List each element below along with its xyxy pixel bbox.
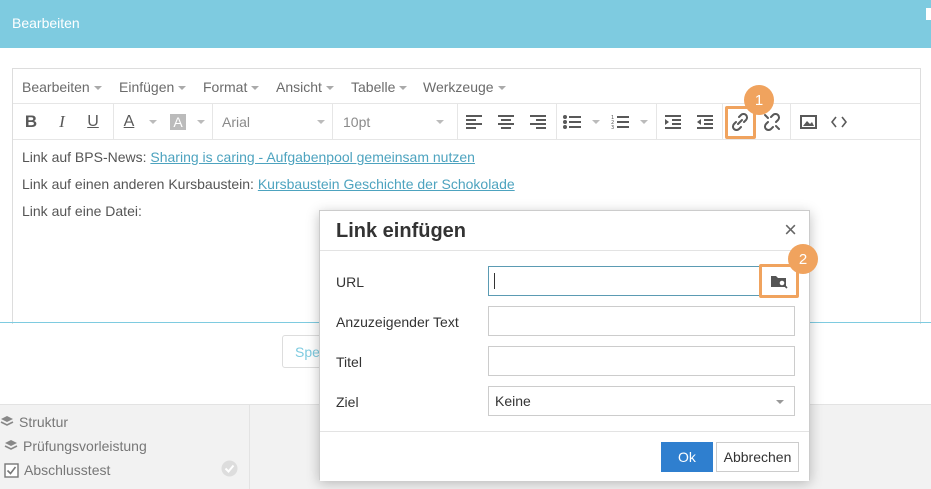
- chevron-down-icon: [251, 86, 260, 91]
- chevron-down-icon: [776, 400, 784, 404]
- toolbar-divider: [656, 104, 657, 140]
- numbered-list-icon[interactable]: 123: [608, 104, 632, 140]
- check-circle-icon: [221, 460, 238, 477]
- annotation-badge-1: 1: [744, 85, 774, 115]
- content-line-1: Link auf BPS-News: Sharing is caring - A…: [22, 149, 475, 165]
- toolbar-divider: [722, 104, 723, 140]
- toolbar-divider: [556, 104, 557, 140]
- layers-icon: [4, 440, 18, 450]
- layers-icon: [0, 416, 14, 426]
- dialog-title: Link einfügen: [336, 220, 466, 242]
- background-color-button[interactable]: A: [167, 104, 189, 140]
- nav-item-abschlusstest[interactable]: Abschlusstest: [4, 462, 110, 478]
- link-kursbaustein[interactable]: Kursbaustein Geschichte der Schokolade: [258, 176, 515, 192]
- underline-button[interactable]: U: [79, 104, 107, 140]
- text-color-button[interactable]: A: [117, 104, 141, 140]
- dialog-footer: Ok Abbrechen: [320, 431, 809, 481]
- structure-sidebar: Struktur Prüfungsvorleistung Abschlusste…: [0, 405, 250, 489]
- menu-einfuegen[interactable]: Einfügen: [119, 79, 187, 95]
- text-cursor: [494, 273, 495, 289]
- target-select[interactable]: Keine: [488, 386, 795, 416]
- align-left-icon[interactable]: [461, 104, 487, 140]
- display-text-label: Anzuzeigender Text: [336, 314, 459, 330]
- italic-button[interactable]: I: [48, 104, 76, 140]
- chevron-down-icon[interactable]: [149, 120, 157, 124]
- chevron-down-icon: [399, 86, 408, 91]
- cancel-button[interactable]: Abbrechen: [716, 442, 799, 472]
- close-icon[interactable]: ×: [784, 219, 797, 241]
- outdent-icon[interactable]: [692, 104, 718, 140]
- checkbox-icon: [4, 462, 19, 478]
- header-corner: [926, 8, 931, 20]
- chevron-down-icon[interactable]: [197, 120, 205, 124]
- bullet-list-icon[interactable]: [560, 104, 584, 140]
- header-title: Bearbeiten: [12, 15, 80, 31]
- chevron-down-icon[interactable]: [640, 120, 648, 124]
- toolbar-divider: [212, 104, 213, 140]
- header-bar: Bearbeiten: [0, 0, 931, 48]
- font-size-select[interactable]: 10pt: [343, 114, 370, 130]
- chevron-down-icon[interactable]: [317, 120, 325, 124]
- font-family-select[interactable]: Arial: [222, 114, 250, 130]
- menu-ansicht[interactable]: Ansicht: [276, 79, 334, 95]
- content-line-2: Link auf einen anderen Kursbaustein: Kur…: [22, 176, 515, 192]
- indent-icon[interactable]: [660, 104, 686, 140]
- editor-menubar: Bearbeiten Einfügen Format Ansicht Tabel…: [13, 69, 920, 104]
- title-input[interactable]: [488, 346, 795, 376]
- target-label: Ziel: [336, 394, 359, 410]
- ok-button[interactable]: Ok: [661, 442, 713, 472]
- toolbar-divider: [457, 104, 458, 140]
- editor-toolbar: B I U A A Arial 10pt 123: [13, 104, 920, 140]
- display-text-input[interactable]: [488, 306, 795, 336]
- align-center-icon[interactable]: [493, 104, 519, 140]
- link-insert-dialog: Link einfügen × URL 2 Anzuzeigender Text…: [319, 210, 818, 481]
- menu-format[interactable]: Format: [203, 79, 260, 95]
- chevron-down-icon[interactable]: [592, 120, 600, 124]
- chevron-down-icon: [325, 86, 334, 91]
- url-input[interactable]: [488, 266, 762, 296]
- content-line-3: Link auf eine Datei:: [22, 203, 142, 219]
- chevron-down-icon: [497, 86, 506, 91]
- menu-bearbeiten[interactable]: Bearbeiten: [22, 79, 102, 95]
- dialog-header: Link einfügen ×: [320, 211, 809, 251]
- chevron-down-icon: [178, 86, 187, 91]
- nav-item-pruefungsvorleistung[interactable]: Prüfungsvorleistung: [4, 438, 147, 454]
- chevron-down-icon: [93, 86, 102, 91]
- toolbar-divider: [332, 104, 333, 140]
- align-right-icon[interactable]: [525, 104, 551, 140]
- title-label: Titel: [336, 354, 362, 370]
- toolbar-divider: [113, 104, 114, 140]
- toolbar-divider: [790, 104, 791, 140]
- chevron-down-icon[interactable]: [436, 120, 444, 124]
- insert-image-icon[interactable]: [794, 104, 822, 140]
- url-label: URL: [336, 274, 365, 290]
- bold-button[interactable]: B: [17, 104, 45, 140]
- source-code-icon[interactable]: [825, 104, 853, 140]
- annotation-badge-2: 2: [788, 244, 818, 274]
- nav-item-struktur[interactable]: Struktur: [0, 414, 68, 430]
- menu-werkzeuge[interactable]: Werkzeuge: [423, 79, 506, 95]
- svg-text:3: 3: [611, 125, 614, 129]
- menu-tabelle[interactable]: Tabelle: [351, 79, 408, 95]
- link-sharing-is-caring[interactable]: Sharing is caring - Aufgabenpool gemeins…: [150, 149, 475, 165]
